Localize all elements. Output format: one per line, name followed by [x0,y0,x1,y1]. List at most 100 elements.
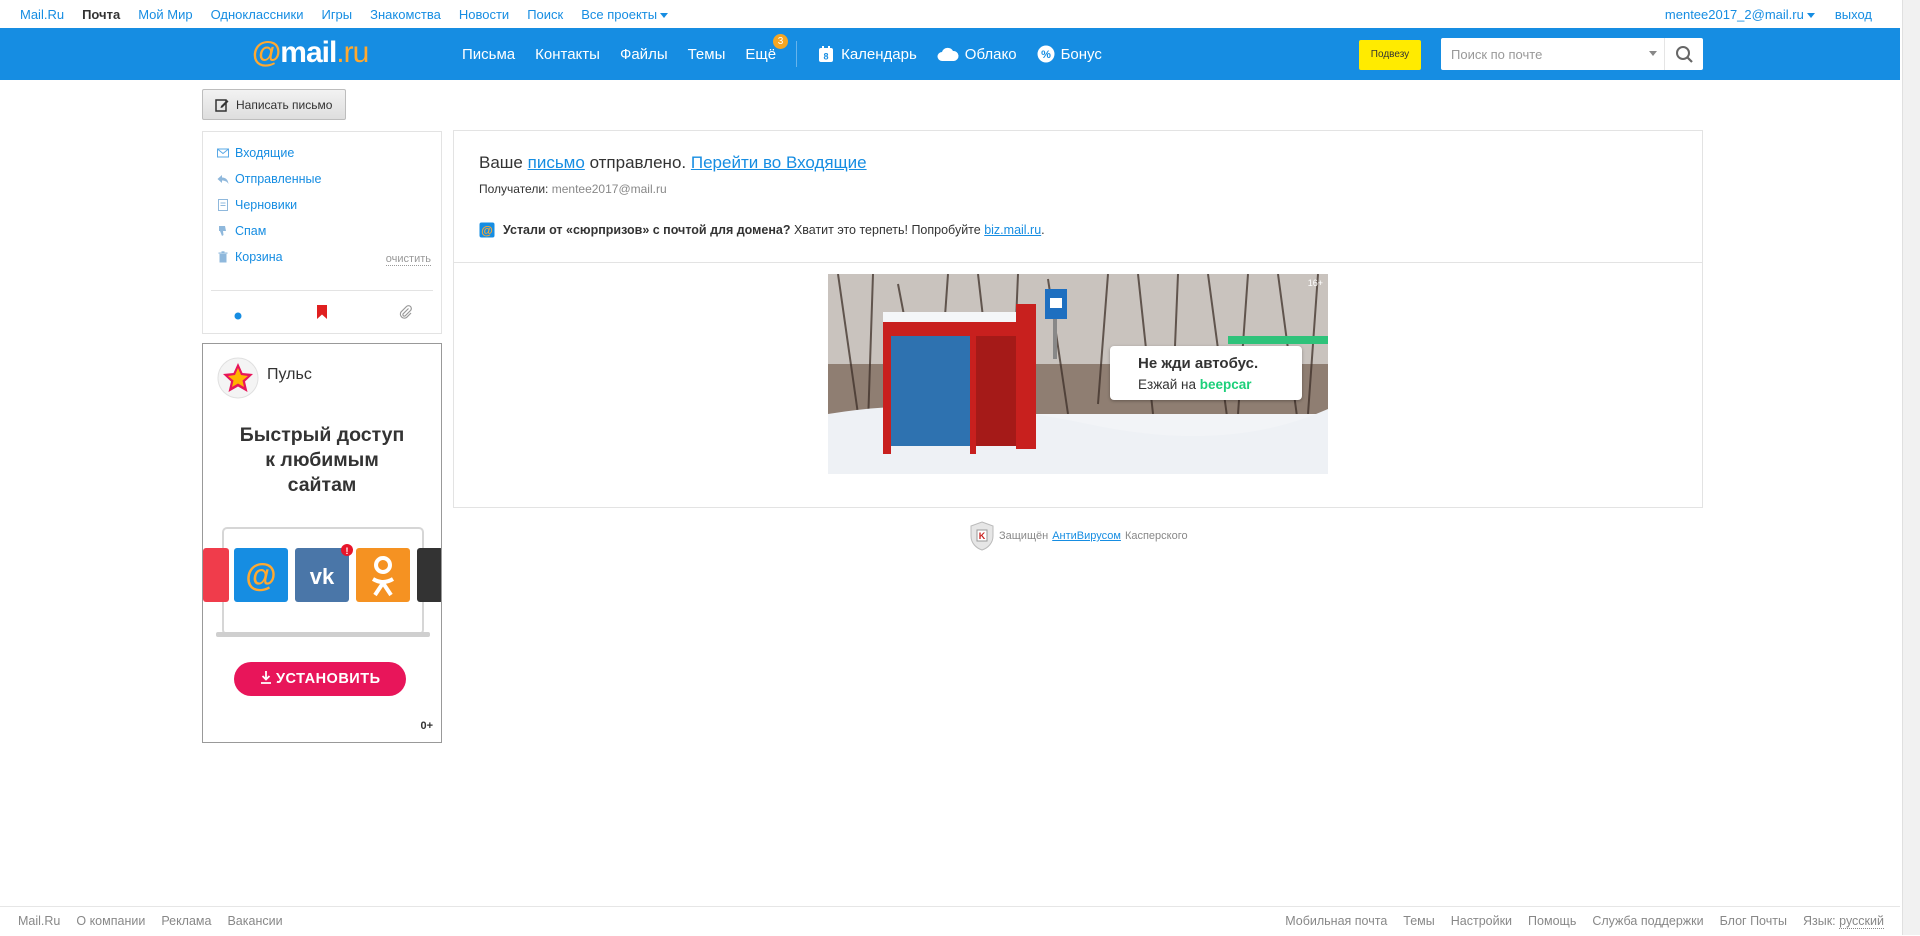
footer-link-mailru[interactable]: Mail.Ru [18,914,60,928]
nav-files[interactable]: Файлы [620,46,668,63]
main-nav: Письма Контакты Файлы Темы Ещё 3 8 Календ… [462,28,1102,80]
footer-link-blog[interactable]: Блог Почты [1720,914,1787,928]
nav-calendar[interactable]: 8 Календарь [817,45,917,63]
filter-unread-button[interactable] [233,308,243,326]
biz-mail-link[interactable]: biz.mail.ru [984,223,1041,237]
download-icon [260,671,271,684]
footer-link-support[interactable]: Служба поддержки [1592,914,1703,928]
recipients-label: Получатели: [479,182,549,196]
quick-filters [203,304,441,324]
pulse-ad[interactable]: Пульс Быстрый доступ к любимым сайтам @ … [202,343,442,743]
unread-dot-icon [234,312,242,320]
language-selector[interactable]: Язык: русский [1802,914,1884,929]
nav-bonus[interactable]: % Бонус [1037,45,1102,63]
kaspersky-protection: K Защищён АнтиВирусом Касперского [969,521,1188,551]
footer-link-jobs[interactable]: Вакансии [227,914,282,928]
portal-link-pochta[interactable]: Почта [82,7,120,22]
folder-drafts[interactable]: Черновики [217,198,297,212]
draft-icon [218,199,228,211]
folder-trash[interactable]: Корзина [217,250,283,264]
paperclip-icon [399,305,412,319]
page-scrollbar[interactable] [1902,0,1920,935]
user-email: mentee2017_2@mail.ru [1664,7,1804,22]
portal-link-ok[interactable]: Одноклассники [211,7,304,22]
nav-themes[interactable]: Темы [688,46,726,63]
kaspersky-shield-icon: K [970,521,994,551]
footer-link-ads[interactable]: Реклама [161,914,211,928]
install-label: УСТАНОВИТЬ [276,671,381,687]
install-button[interactable]: УСТАНОВИТЬ [234,662,406,696]
search-input[interactable] [1451,38,1636,70]
nav-bonus-label: Бонус [1060,45,1102,63]
footer-link-about[interactable]: О компании [76,914,145,928]
reply-arrow-icon [217,175,229,184]
footer-link-help[interactable]: Помощь [1528,914,1576,928]
portal-user-area: mentee2017_2@mail.ru выход [1665,7,1872,22]
title-prefix: Ваше [479,153,523,172]
portal-link-games[interactable]: Игры [321,7,352,22]
logout-link[interactable]: выход [1835,7,1872,22]
notification-mark: ! [346,546,349,556]
filter-attachments-button[interactable] [399,305,413,324]
portal-link-moimir[interactable]: Мой Мир [138,7,192,22]
cloud-icon [937,47,959,61]
banner-line-2: Езжай на beepcar [1138,377,1252,392]
nav-cloud[interactable]: Облако [937,45,1017,63]
all-projects-label: Все проекты [581,7,658,22]
mailru-at-icon: @ [479,222,495,238]
calendar-day: 8 [824,52,829,62]
portal-link-dating[interactable]: Знакомства [370,7,441,22]
user-menu[interactable]: mentee2017_2@mail.ru [1665,7,1815,22]
svg-text:@: @ [245,557,276,593]
footer-link-mobile[interactable]: Мобильная почта [1285,914,1387,928]
nav-cloud-label: Облако [964,45,1017,63]
search-options-chevron-icon[interactable] [1649,51,1657,56]
portal-bar: Mail.Ru Почта Мой Мир Одноклассники Игры… [0,0,1900,28]
podvezu-button[interactable]: Подвезу [1359,40,1421,70]
portal-link-search[interactable]: Поиск [527,7,563,22]
panel-divider [454,262,1702,263]
all-projects-dropdown[interactable]: Все проекты [581,7,669,22]
more-count-badge: 3 [773,33,789,49]
footer-link-themes[interactable]: Темы [1403,914,1434,928]
nav-letters[interactable]: Письма [462,46,515,63]
nav-more[interactable]: Ещё 3 [745,33,789,63]
envelope-icon [217,148,229,158]
nav-divider [796,41,798,67]
ad-headline-line: сайтам [287,474,357,496]
sent-letter-link[interactable]: письмо [528,153,585,172]
logo-at: @ [252,36,281,69]
title-sent: отправлено. [589,153,687,172]
footer-link-settings[interactable]: Настройки [1451,914,1512,928]
banner-line-2-text: Езжай на [1138,377,1196,392]
svg-text:@: @ [481,224,493,238]
age-rating-16: 16+ [1307,278,1323,288]
pulse-brand: Пульс [267,366,312,383]
folder-spam[interactable]: Спам [217,224,266,238]
language-label: Язык: [1802,914,1836,928]
nav-contacts[interactable]: Контакты [535,46,600,63]
compose-button[interactable]: Написать письмо [202,89,346,120]
beepcar-banner-ad[interactable]: 16+ Не жди автобус. Езжай на beepcar [828,274,1328,474]
mailru-logo[interactable]: @mail.ru [252,36,369,70]
antivirus-link[interactable]: АнтиВирусом [1052,530,1121,542]
calendar-icon: 8 [819,46,834,62]
kaspersky-prefix: Защищён [999,530,1049,542]
folder-inbox[interactable]: Входящие [217,146,294,160]
biz-promo: @ Устали от «сюрпризов» с почтой для дом… [479,222,1045,238]
search-button[interactable] [1664,38,1703,70]
promo-bold: Устали от «сюрпризов» с почтой для домен… [503,223,791,237]
folder-sent[interactable]: Отправленные [217,172,321,186]
logo-mail: mail [280,36,337,69]
portal-link-mailru[interactable]: Mail.Ru [20,7,64,22]
goto-inbox-link[interactable]: Перейти во Входящие [691,153,867,172]
pulse-logo-icon [217,357,259,399]
nav-calendar-label: Календарь [841,45,917,63]
portal-link-news[interactable]: Новости [459,7,509,22]
footer-left-links: Mail.Ru О компании Реклама Вакансии [18,914,283,928]
sent-message-title: Ваше письмо отправлено. Перейти во Входя… [479,153,867,173]
clear-trash-link[interactable]: очистить [385,253,431,266]
folder-label: Входящие [235,146,295,160]
filter-flagged-button[interactable] [316,305,328,324]
nav-more-label: Ещё [745,45,777,63]
